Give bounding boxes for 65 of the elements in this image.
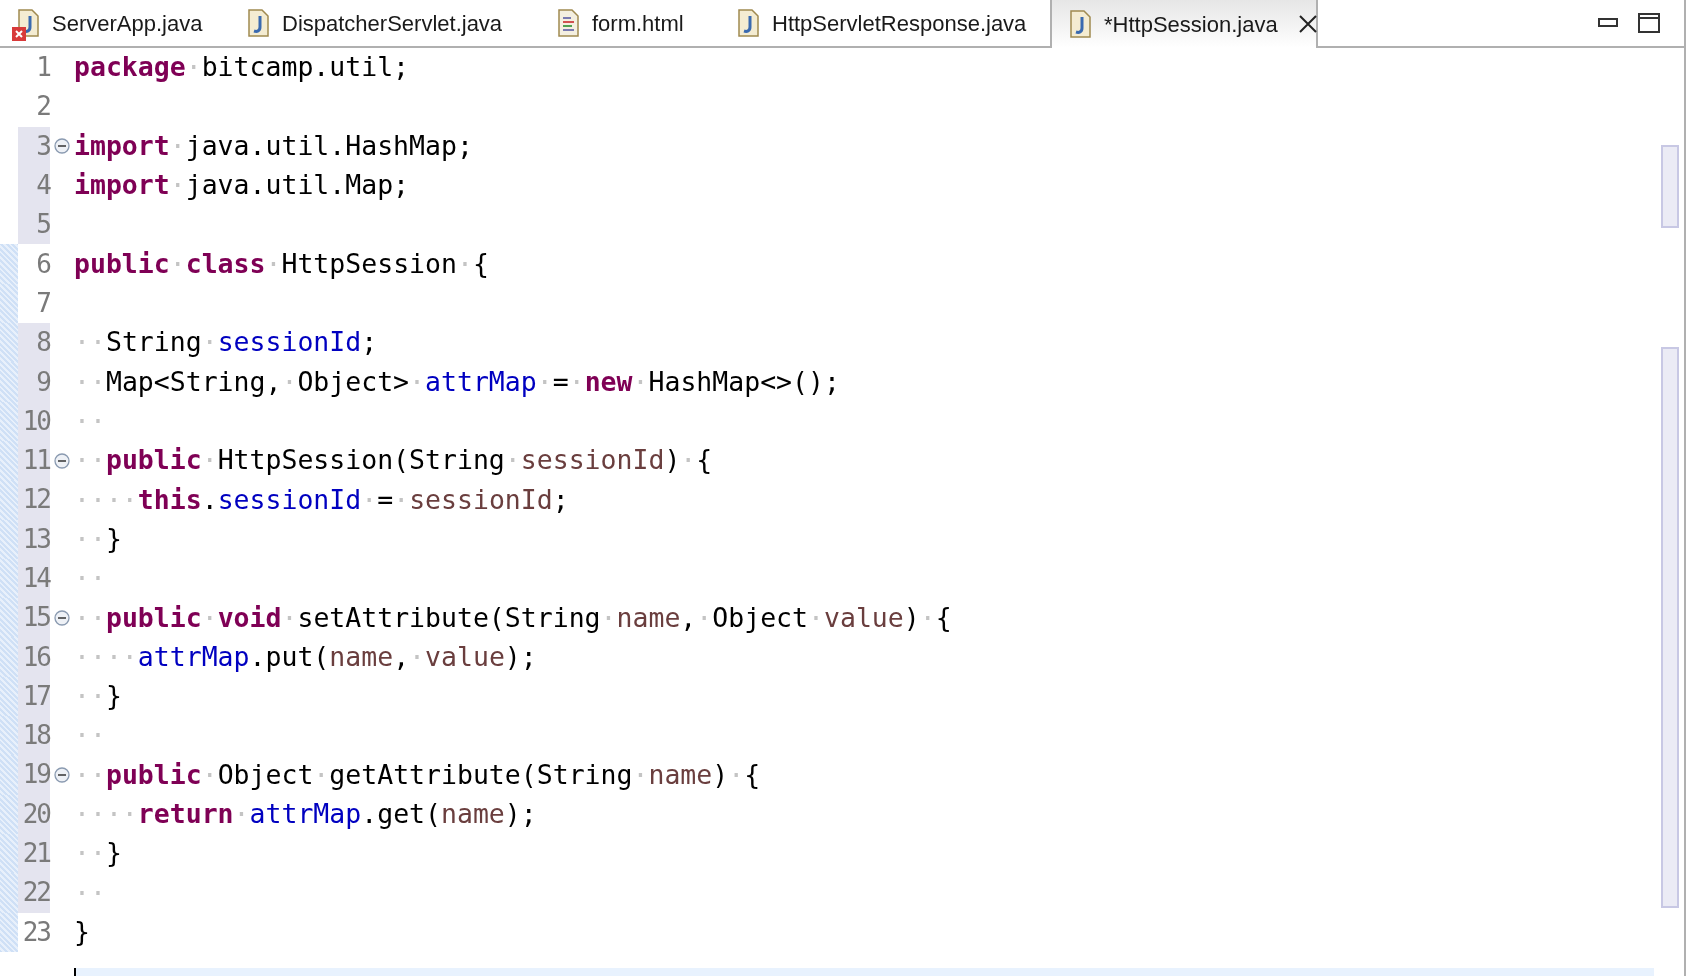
line-number: 23 bbox=[21, 915, 50, 949]
code-line: ····attrMap.put(name,·value); bbox=[74, 643, 537, 671]
line-number: 15 bbox=[18, 598, 50, 638]
code-line: ····this.sessionId·=·sessionId; bbox=[74, 486, 569, 514]
line-number: 16 bbox=[18, 637, 50, 677]
line-number: 8 bbox=[18, 323, 50, 363]
code-line: import·java.util.HashMap; bbox=[74, 133, 473, 160]
line-number: 21 bbox=[18, 833, 50, 874]
tab-label: form.html bbox=[592, 9, 684, 38]
code-line: ····return·attrMap.get(name); bbox=[74, 801, 537, 828]
minimize-icon[interactable] bbox=[1598, 18, 1618, 28]
code-line: ··} bbox=[74, 683, 122, 710]
code-line: ··public·void·setAttribute(String·name,·Object·value)·{ bbox=[74, 604, 952, 632]
line-number: 5 bbox=[18, 205, 50, 245]
tab-label: HttpServletResponse.java bbox=[772, 9, 1027, 38]
java-file-icon bbox=[1068, 10, 1092, 38]
code-line: public·class·HttpSession·{ bbox=[74, 250, 489, 278]
code-line: ··public·Object·getAttribute(String·name)·{ bbox=[74, 761, 761, 789]
editor-tab[interactable]: ServerApp.java bbox=[0, 0, 230, 46]
line-number: 4 bbox=[18, 165, 50, 206]
line-number: 13 bbox=[18, 519, 50, 559]
close-icon[interactable] bbox=[1297, 14, 1318, 34]
java-file-icon bbox=[736, 9, 760, 37]
line-number: 19 bbox=[18, 755, 50, 795]
editor-tab[interactable]: form.html bbox=[540, 0, 720, 46]
code-line: ·· bbox=[74, 565, 106, 592]
line-number: 1 bbox=[35, 51, 50, 85]
collapse-icon[interactable] bbox=[54, 452, 70, 469]
line-number: 18 bbox=[18, 716, 50, 756]
code-line: import·java.util.Map; bbox=[74, 172, 410, 199]
line-number: 6 bbox=[35, 247, 50, 281]
line-number: 9 bbox=[18, 362, 50, 402]
code-line: ··} bbox=[74, 525, 122, 553]
text-cursor bbox=[74, 968, 76, 976]
tab-label: DispatcherServlet.java bbox=[282, 9, 503, 38]
line-number: 22 bbox=[18, 873, 50, 913]
code-line: ··} bbox=[74, 840, 122, 867]
line-number: 10 bbox=[18, 401, 50, 441]
tab-label: *HttpSession.java bbox=[1104, 10, 1278, 39]
editor-tab[interactable]: *HttpSession.java bbox=[1050, 0, 1318, 48]
code-line: ··public·HttpSession(String·sessionId)·{ bbox=[74, 447, 713, 474]
line-number: 14 bbox=[18, 558, 50, 599]
java-file-icon bbox=[246, 9, 270, 37]
code-line: ·· bbox=[74, 879, 106, 907]
line-number: 3 bbox=[18, 126, 50, 166]
code-line: ··Map<String,·Object>·attrMap·=·new·HashMap<>(); bbox=[74, 368, 840, 396]
tab-label: ServerApp.java bbox=[52, 9, 203, 38]
line-number: 2 bbox=[35, 90, 50, 124]
collapse-icon[interactable] bbox=[54, 609, 70, 626]
line-number: 11 bbox=[18, 440, 50, 481]
html-file-icon bbox=[556, 9, 580, 37]
code-line: } bbox=[74, 918, 90, 946]
line-number: 7 bbox=[35, 286, 50, 320]
code-line: ··String·sessionId; bbox=[74, 329, 378, 356]
code-line: package·bitcamp.util; bbox=[74, 54, 410, 81]
maximize-icon[interactable] bbox=[1638, 13, 1660, 33]
collapse-icon[interactable] bbox=[54, 767, 70, 783]
editor-tab[interactable]: DispatcherServlet.java bbox=[230, 0, 540, 46]
line-number: 17 bbox=[18, 676, 50, 717]
collapse-icon[interactable] bbox=[54, 138, 70, 155]
line-number: 20 bbox=[18, 794, 50, 834]
line-number: 12 bbox=[18, 480, 50, 520]
code-line: ·· bbox=[74, 722, 106, 749]
code-line: ·· bbox=[74, 408, 106, 435]
editor-tab[interactable]: HttpServletResponse.java bbox=[720, 0, 1050, 46]
